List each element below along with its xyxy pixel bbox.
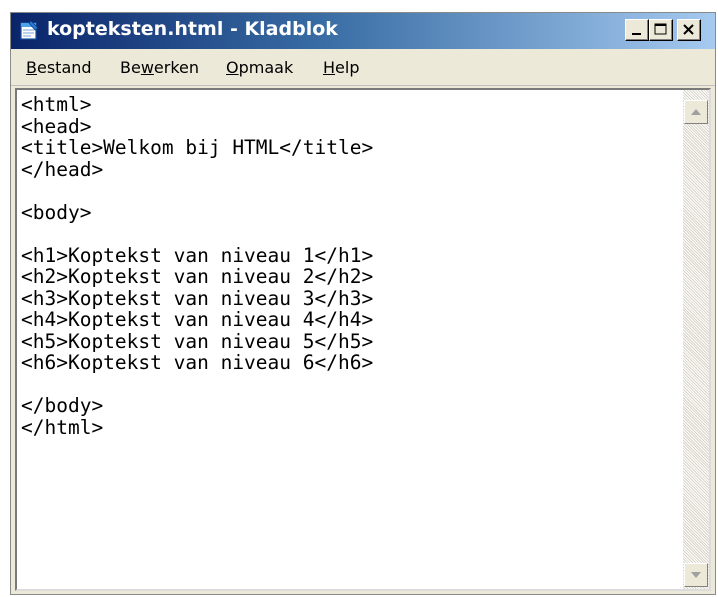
- menu-bewerken[interactable]: Bewerken: [120, 58, 199, 77]
- scroll-up-button[interactable]: [684, 100, 708, 124]
- scroll-down-button[interactable]: [684, 563, 708, 587]
- menu-opmaak-mnemonic: O: [226, 58, 239, 77]
- menu-bewerken-label: Be: [120, 58, 141, 77]
- close-icon: [683, 24, 694, 35]
- close-button[interactable]: [677, 19, 701, 41]
- text-editor[interactable]: <html> <head> <title>Welkom bij HTML</ti…: [15, 88, 711, 591]
- minimize-icon: [632, 33, 641, 35]
- menu-bestand[interactable]: Bestand: [26, 58, 92, 77]
- menu-bewerken-mnemonic: w: [140, 58, 154, 77]
- title-bar[interactable]: kopteksten.html - Kladblok: [11, 13, 715, 49]
- notepad-icon[interactable]: [18, 19, 40, 41]
- maximize-button[interactable]: [649, 19, 673, 41]
- menu-help[interactable]: Help: [323, 58, 359, 77]
- menu-opmaak[interactable]: Opmaak: [226, 58, 293, 77]
- menu-bestand-label: estand: [36, 58, 92, 77]
- arrow-down-icon: [691, 572, 701, 578]
- menu-opmaak-label: pmaak: [238, 58, 294, 77]
- arrow-up-icon: [691, 109, 701, 115]
- notepad-window: kopteksten.html - Kladblok Bestand Bewer…: [10, 12, 716, 595]
- menu-help-mnemonic: H: [323, 58, 336, 77]
- menu-bewerken-label-rest: erken: [153, 58, 200, 77]
- window-title: kopteksten.html - Kladblok: [47, 18, 338, 40]
- menu-help-label: elp: [335, 58, 360, 77]
- maximize-icon: [654, 23, 667, 35]
- minimize-button[interactable]: [625, 19, 649, 41]
- menu-bestand-mnemonic: B: [26, 58, 37, 77]
- editor-content[interactable]: <html> <head> <title>Welkom bij HTML</ti…: [21, 94, 671, 584]
- vertical-scrollbar[interactable]: [683, 90, 709, 589]
- menu-bar: Bestand Bewerken Opmaak Help: [11, 49, 715, 86]
